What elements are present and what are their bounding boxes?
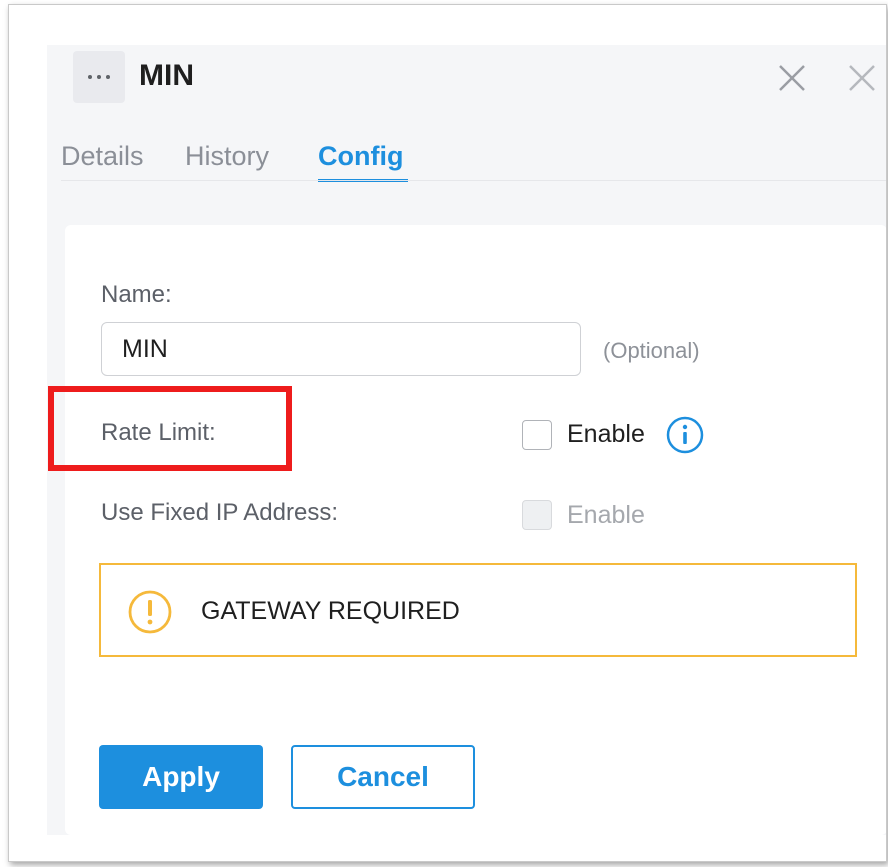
rate-limit-enable-label[interactable]: Enable (567, 420, 645, 449)
tab-history[interactable]: History (185, 141, 269, 172)
panel-title: MIN (139, 59, 194, 92)
panel-header: MIN Details History Config (47, 45, 886, 225)
tab-divider (61, 180, 886, 181)
name-label: Name: (101, 281, 172, 308)
fixed-ip-enable-label: Enable (567, 501, 645, 529)
more-dots-icon (88, 75, 110, 79)
tab-details[interactable]: Details (61, 141, 144, 172)
apply-button[interactable]: Apply (99, 745, 263, 809)
tab-bar: Details History Config (47, 133, 886, 182)
tab-config[interactable]: Config (318, 141, 403, 172)
name-optional-hint: (Optional) (603, 338, 700, 363)
gateway-warning-banner: GATEWAY REQUIRED (99, 563, 857, 657)
fixed-ip-enable-checkbox[interactable] (522, 500, 552, 530)
fixed-ip-label: Use Fixed IP Address: (101, 499, 338, 526)
warning-text: GATEWAY REQUIRED (201, 597, 460, 625)
config-form: Name: (Optional) Rate Limit: Enable Use … (65, 225, 886, 835)
info-icon[interactable] (665, 415, 705, 455)
rate-limit-highlight-box (48, 386, 292, 471)
close-icon[interactable] (777, 63, 807, 93)
secondary-close-icon[interactable] (847, 63, 877, 93)
rate-limit-enable-checkbox[interactable] (522, 420, 552, 450)
more-options-button[interactable] (73, 51, 125, 103)
name-input[interactable] (101, 322, 581, 376)
cancel-button[interactable]: Cancel (291, 745, 475, 809)
warning-icon (128, 590, 172, 634)
